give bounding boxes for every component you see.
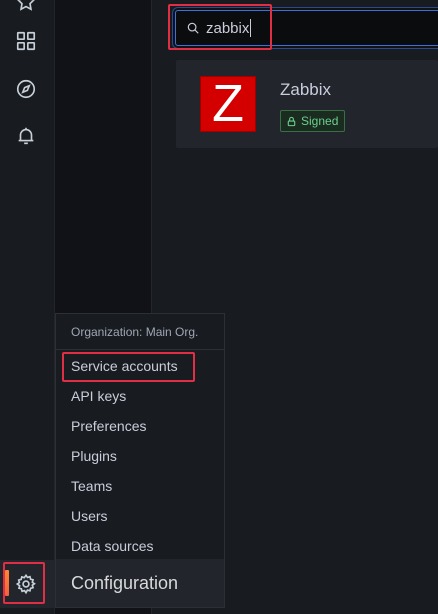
- configuration-highlight: [3, 562, 45, 604]
- zabbix-logo: Z: [200, 76, 256, 132]
- service-accounts-highlight: [62, 352, 195, 382]
- menu-item-data-sources[interactable]: Data sources: [71, 538, 153, 554]
- menu-item-api-keys[interactable]: API keys: [71, 388, 126, 404]
- signed-badge: Signed: [280, 110, 346, 132]
- menu-item-plugins[interactable]: Plugins: [71, 448, 117, 464]
- menu-header: Organization: Main Org.: [56, 314, 224, 350]
- nav-rail: [0, 0, 55, 614]
- badge-label: Signed: [301, 114, 339, 128]
- dashboards-icon[interactable]: [12, 27, 40, 55]
- lock-icon: [287, 116, 296, 126]
- plugin-name: Zabbix: [280, 80, 332, 99]
- search-highlight: [168, 4, 272, 50]
- menu-item-teams[interactable]: Teams: [71, 478, 112, 494]
- explore-icon[interactable]: [12, 75, 40, 103]
- star-icon[interactable]: [12, 0, 40, 16]
- plugin-card[interactable]: Z Zabbix Signed: [176, 60, 438, 148]
- alerting-icon[interactable]: [12, 122, 40, 150]
- menu-item-preferences[interactable]: Preferences: [71, 418, 146, 434]
- menu-footer-configuration[interactable]: Configuration: [56, 559, 224, 607]
- app-root: zabbix Z Zabbix Signed Organization: Mai…: [0, 0, 438, 614]
- menu-item-users[interactable]: Users: [71, 508, 108, 524]
